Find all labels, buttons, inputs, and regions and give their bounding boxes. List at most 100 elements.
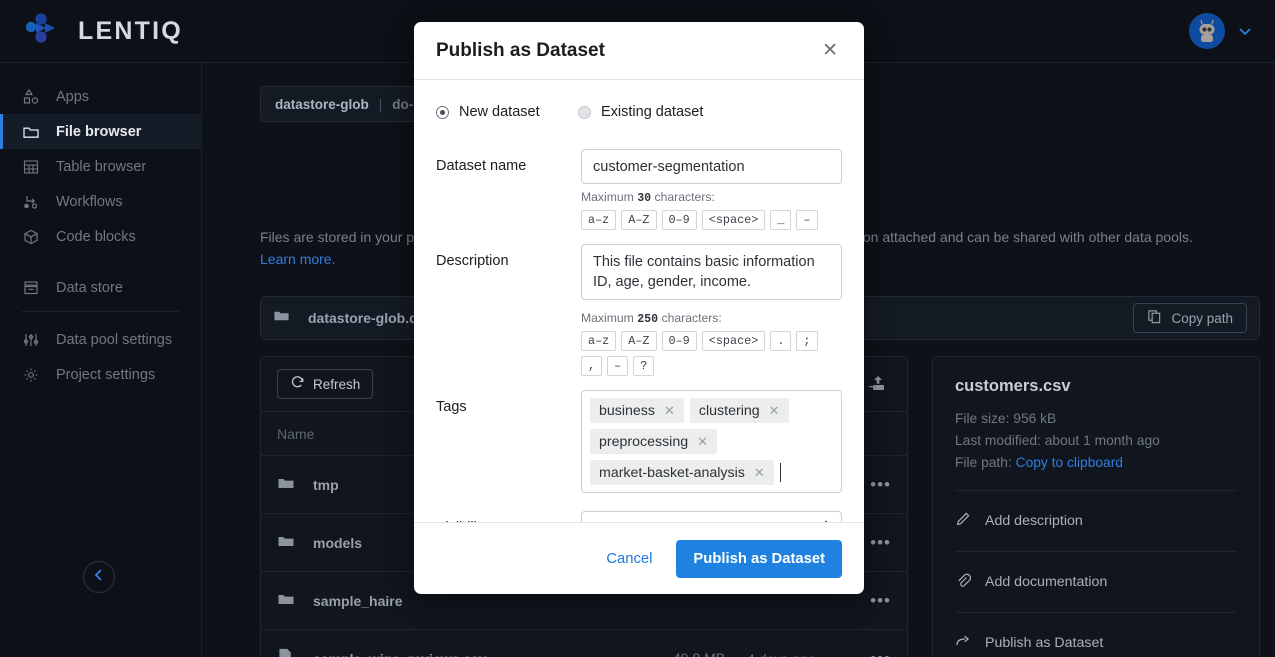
modal-title: Publish as Dataset — [436, 39, 605, 61]
radio-new-dataset[interactable]: New dataset — [436, 104, 578, 120]
gear-icon — [22, 366, 40, 384]
tag-chip[interactable]: preprocessing ✕ — [590, 429, 718, 454]
divider — [955, 551, 1237, 552]
allowed-chip: ? — [633, 356, 655, 376]
sidebar-item-data-pool-settings[interactable]: Data pool settings — [0, 322, 201, 357]
file-name[interactable]: sample_wine_reviews.csv — [313, 651, 673, 657]
allowed-chip: A–Z — [621, 210, 657, 230]
brand-logo[interactable]: LENTIQ — [22, 10, 183, 52]
sidebar-item-label: Table browser — [56, 158, 147, 175]
allowed-chip: <space> — [701, 210, 766, 230]
dataset-mode-radio-group: New dataset Existing dataset — [436, 104, 842, 120]
sidebar-item-data-store[interactable]: Data store — [0, 270, 201, 305]
tags-label: Tags — [436, 399, 467, 415]
refresh-button[interactable]: Refresh — [277, 369, 374, 399]
tag-chip[interactable]: business ✕ — [590, 398, 684, 423]
radio-indicator-existing[interactable] — [578, 105, 591, 119]
sidebar-item-apps[interactable]: Apps — [0, 79, 201, 114]
cube-icon — [22, 228, 40, 246]
divider — [955, 490, 1237, 491]
detail-file-size: File size: 956 kB — [955, 411, 1057, 426]
radio-existing-label: Existing dataset — [601, 104, 704, 120]
sidebar-item-file-browser[interactable]: File browser — [0, 114, 201, 149]
chevron-down-icon[interactable] — [1237, 23, 1253, 39]
sidebar-item-table-browser[interactable]: Table browser — [0, 149, 201, 184]
copy-to-clipboard-link[interactable]: Copy to clipboard — [1016, 455, 1123, 470]
tag-chip[interactable]: clustering ✕ — [689, 398, 789, 423]
tag-label: clustering — [698, 402, 760, 419]
learn-more-link[interactable]: Learn more. — [260, 251, 335, 267]
refresh-icon — [290, 375, 305, 393]
paperclip-icon — [955, 572, 972, 592]
row-menu-button[interactable]: ••• — [869, 533, 891, 553]
allowed-chip: – — [796, 210, 818, 230]
publish-as-dataset-button[interactable]: Publish as Dataset — [676, 539, 842, 578]
close-icon[interactable]: ✕ — [697, 434, 708, 450]
allowed-chip: ; — [796, 331, 818, 351]
pencil-icon — [955, 511, 971, 531]
allowed-chip: <space> — [701, 331, 766, 351]
avatar[interactable] — [1189, 13, 1225, 49]
close-icon[interactable]: ✕ — [664, 403, 675, 419]
tag-chip[interactable]: market-basket-analysis ✕ — [590, 460, 774, 485]
workflow-icon — [22, 193, 40, 211]
allowed-chip: 0–9 — [661, 210, 697, 230]
close-icon[interactable]: ✕ — [818, 37, 842, 64]
dataset-name-input[interactable] — [581, 149, 842, 184]
brand-name: LENTIQ — [78, 16, 183, 45]
refresh-label: Refresh — [313, 376, 361, 392]
hint-max: 250 — [637, 313, 659, 326]
modal-footer: Cancel Publish as Dataset — [414, 522, 864, 594]
sidebar-item-label: Workflows — [56, 193, 123, 210]
allowed-chip: 0–9 — [661, 331, 697, 351]
allowed-chip: . — [770, 331, 792, 351]
sidebar-item-workflows[interactable]: Workflows — [0, 184, 201, 219]
sidebar-item-code-blocks[interactable]: Code blocks — [0, 219, 201, 254]
tags-row: Tags business ✕ clustering ✕ preprocessi… — [436, 390, 842, 493]
description-textarea[interactable]: This file contains basic information ID,… — [581, 244, 842, 300]
row-menu-button[interactable]: ••• — [869, 649, 891, 657]
top-bar-right — [1189, 13, 1253, 49]
folder-icon — [22, 123, 40, 141]
folder-icon — [277, 532, 297, 553]
hint-suffix: characters: — [654, 190, 715, 204]
row-menu-button[interactable]: ••• — [869, 591, 891, 611]
chevron-left-icon — [92, 568, 106, 587]
publish-as-dataset-action[interactable]: Publish as Dataset — [955, 629, 1237, 657]
allowed-chip: _ — [770, 210, 792, 230]
file-details-panel: customers.csv File size: 956 kB Last mod… — [932, 356, 1260, 657]
radio-indicator-new[interactable] — [436, 105, 449, 119]
dataset-name-label: Dataset name — [436, 158, 527, 174]
description-hint: Maximum 250 characters: — [581, 311, 842, 326]
copy-path-label: Copy path — [1171, 310, 1233, 326]
add-documentation-action[interactable]: Add documentation — [955, 568, 1237, 596]
sidebar-collapse-button[interactable] — [83, 561, 115, 593]
allowed-chip: a–z — [581, 210, 617, 230]
cancel-button[interactable]: Cancel — [592, 542, 666, 576]
hint-prefix: Maximum — [581, 190, 634, 204]
visibility-select[interactable]: Data lake Data pool Private — [581, 511, 842, 522]
copy-path-button[interactable]: Copy path — [1133, 303, 1247, 333]
sidebar-item-label: Data store — [56, 279, 123, 296]
close-icon[interactable]: ✕ — [754, 465, 765, 481]
folder-icon — [277, 590, 297, 611]
text-caret — [779, 463, 781, 482]
table-row[interactable]: sample_wine_reviews.csv 49.8 MB 4 days a… — [261, 629, 907, 657]
sidebar-item-project-settings[interactable]: Project settings — [0, 357, 201, 392]
upload-icon[interactable] — [865, 371, 891, 397]
app-root: LENTIQ Apps File browser Table browser W… — [0, 0, 1275, 657]
action-label: Add description — [985, 513, 1083, 529]
modal-header: Publish as Dataset ✕ — [414, 22, 864, 80]
row-menu-button[interactable]: ••• — [869, 475, 891, 495]
copy-icon — [1147, 309, 1162, 327]
column-header-name: Name — [277, 425, 315, 442]
close-icon[interactable]: ✕ — [769, 403, 780, 419]
root-folder-name: datastore-glob.d — [308, 310, 418, 326]
breadcrumb-pool[interactable]: datastore-glob — [275, 97, 369, 112]
breadcrumb-project[interactable]: do- — [392, 97, 413, 112]
tags-input[interactable]: business ✕ clustering ✕ preprocessing ✕ — [581, 390, 842, 493]
file-name[interactable]: sample_haire — [313, 593, 673, 609]
breadcrumb[interactable]: datastore-glob | do- — [260, 86, 429, 122]
radio-existing-dataset[interactable]: Existing dataset — [578, 104, 703, 120]
add-description-action[interactable]: Add description — [955, 507, 1237, 535]
